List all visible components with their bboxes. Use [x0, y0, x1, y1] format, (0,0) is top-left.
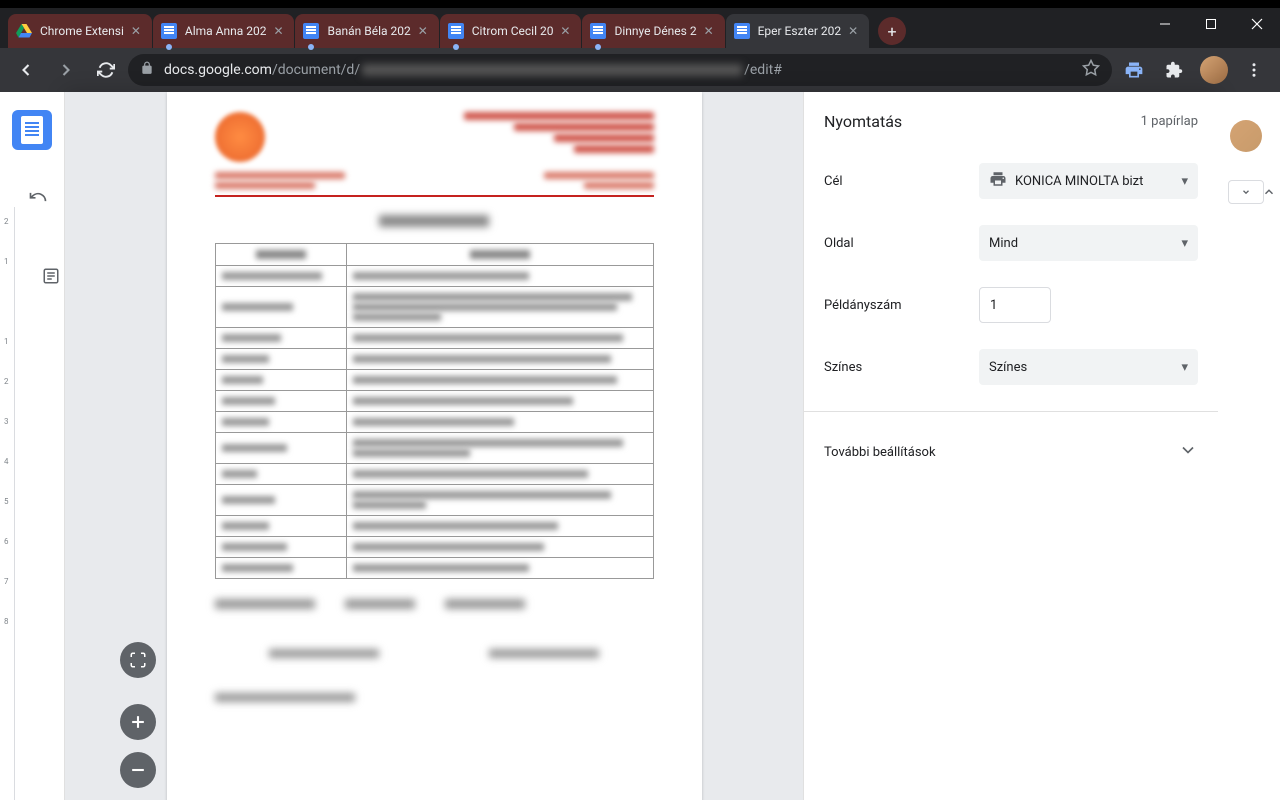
- docs-icon: [590, 23, 606, 39]
- copies-label: Példányszám: [824, 298, 979, 313]
- color-dropdown[interactable]: Színes ▾: [979, 349, 1198, 385]
- tab-title: Banán Béla 202: [327, 24, 410, 38]
- back-button[interactable]: [8, 52, 44, 88]
- new-tab-button[interactable]: +: [878, 17, 906, 45]
- tab-close-icon[interactable]: ✕: [270, 23, 286, 39]
- tab-title: Chrome Extensi: [40, 24, 124, 38]
- tab-close-icon[interactable]: ✕: [845, 23, 861, 39]
- docs-icon: [161, 23, 177, 39]
- docs-icon: [303, 23, 319, 39]
- tab-close-icon[interactable]: ✕: [701, 23, 717, 39]
- more-settings-toggle[interactable]: További beállítások: [824, 432, 1198, 472]
- browser-tab-1[interactable]: Alma Anna 202 ✕: [153, 14, 295, 48]
- profile-avatar[interactable]: [1196, 52, 1232, 88]
- browser-tab-0[interactable]: Chrome Extensi ✕: [8, 14, 152, 48]
- docs-profile-avatar[interactable]: [1230, 120, 1262, 152]
- document-logo: [215, 112, 265, 162]
- undo-icon[interactable]: [28, 187, 48, 211]
- chevron-down-icon: ▾: [1181, 236, 1188, 251]
- collapse-sidebar-button[interactable]: [1260, 180, 1278, 204]
- sheet-count: 1 papírlap: [1141, 114, 1198, 129]
- tab-title: Citrom Cecil 20: [472, 24, 554, 38]
- printer-icon: [989, 170, 1007, 192]
- minimize-button[interactable]: [1142, 8, 1188, 40]
- url-text: docs.google.com/document/d//edit#: [164, 62, 1082, 78]
- tab-strip: Chrome Extensi ✕ Alma Anna 202 ✕ Banán B…: [0, 8, 1280, 48]
- tab-title: Eper Eszter 202: [758, 24, 842, 38]
- browser-tab-3[interactable]: Citrom Cecil 20 ✕: [440, 14, 582, 48]
- browser-tab-2[interactable]: Banán Béla 202 ✕: [295, 14, 438, 48]
- editing-mode-button[interactable]: [1228, 180, 1264, 204]
- window-controls: [1142, 8, 1280, 40]
- docs-sidebar: 2 1 1 2 3 4 5 6 7 8: [0, 92, 65, 800]
- document-table: [215, 243, 654, 579]
- tab-close-icon[interactable]: ✕: [415, 23, 431, 39]
- print-dialog: Nyomtatás 1 papírlap Cél KONICA MINOLTA …: [65, 92, 1218, 800]
- chevron-down-icon: ▾: [1181, 174, 1188, 189]
- tab-title: Dinnye Dénes 2: [614, 24, 696, 38]
- forward-button[interactable]: [48, 52, 84, 88]
- menu-icon[interactable]: [1236, 52, 1272, 88]
- pages-label: Oldal: [824, 236, 979, 251]
- drive-icon: [16, 23, 32, 39]
- extensions-icon[interactable]: [1156, 52, 1192, 88]
- reload-button[interactable]: [88, 52, 124, 88]
- color-label: Színes: [824, 360, 979, 375]
- vertical-ruler: 2 1 1 2 3 4 5 6 7 8: [0, 207, 15, 800]
- docs-right-edge: [1218, 92, 1280, 800]
- lock-icon: [140, 61, 154, 79]
- browser-tab-4[interactable]: Dinnye Dénes 2 ✕: [582, 14, 724, 48]
- print-dialog-title: Nyomtatás: [824, 112, 902, 131]
- print-settings-pane: Nyomtatás 1 papírlap Cél KONICA MINOLTA …: [803, 92, 1218, 800]
- maximize-button[interactable]: [1188, 8, 1234, 40]
- docs-icon: [734, 23, 750, 39]
- pages-dropdown[interactable]: Mind ▾: [979, 225, 1198, 261]
- bookmark-star-icon[interactable]: [1082, 59, 1100, 81]
- fit-to-page-button[interactable]: [120, 642, 156, 678]
- chevron-down-icon: [1178, 440, 1198, 464]
- copies-input[interactable]: [979, 287, 1051, 323]
- preview-page: [167, 92, 702, 800]
- browser-tab-5[interactable]: Eper Eszter 202 ✕: [726, 14, 870, 48]
- close-button[interactable]: [1234, 8, 1280, 40]
- chevron-down-icon: ▾: [1181, 360, 1188, 375]
- tab-close-icon[interactable]: ✕: [128, 23, 144, 39]
- printer-extension-icon[interactable]: [1116, 52, 1152, 88]
- tab-close-icon[interactable]: ✕: [557, 23, 573, 39]
- outline-icon[interactable]: [42, 267, 62, 287]
- omnibox[interactable]: docs.google.com/document/d//edit#: [128, 54, 1112, 86]
- destination-label: Cél: [824, 174, 979, 189]
- docs-icon: [448, 23, 464, 39]
- google-docs-logo[interactable]: [12, 110, 52, 150]
- tab-title: Alma Anna 202: [185, 24, 267, 38]
- zoom-out-button[interactable]: [120, 752, 156, 788]
- zoom-in-button[interactable]: [120, 704, 156, 740]
- print-preview-pane: [65, 92, 803, 800]
- destination-dropdown[interactable]: KONICA MINOLTA bizt ▾: [979, 163, 1198, 199]
- address-bar: docs.google.com/document/d//edit#: [0, 48, 1280, 92]
